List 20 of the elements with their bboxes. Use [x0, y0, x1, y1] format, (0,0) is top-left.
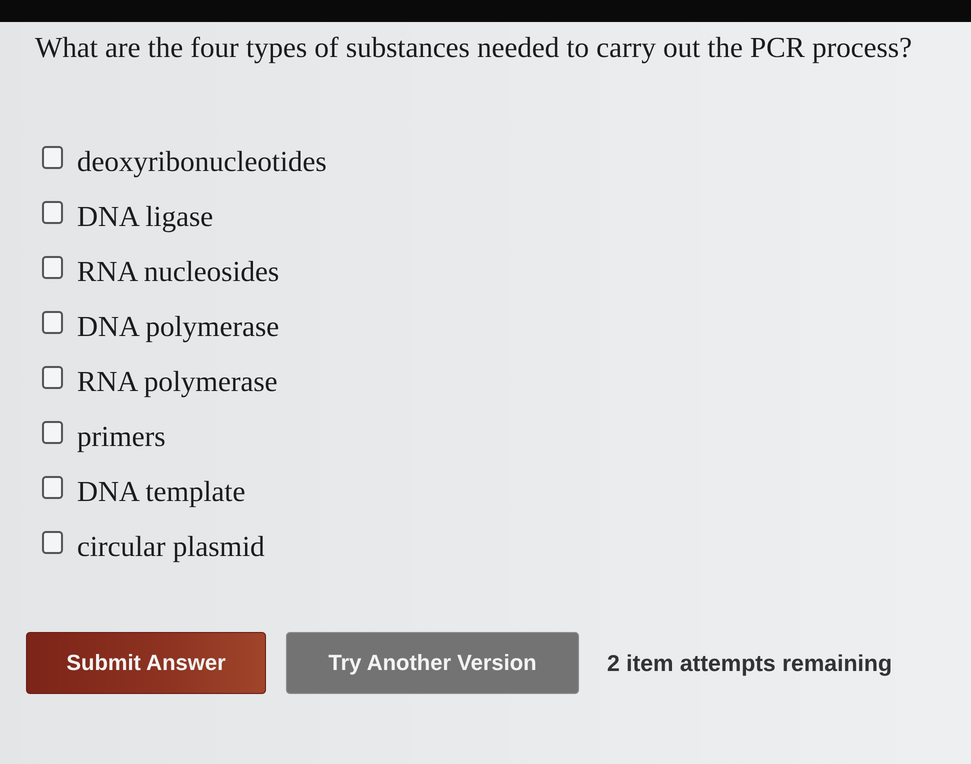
checkbox[interactable] [42, 146, 63, 169]
attempts-text: 2 item attempts remaining [607, 650, 892, 676]
checkbox[interactable] [42, 366, 63, 389]
checkbox[interactable] [42, 421, 63, 444]
option-label[interactable]: RNA polymerase [77, 366, 278, 398]
checkbox[interactable] [42, 476, 63, 499]
checkbox[interactable] [42, 256, 63, 279]
question-text: What are the four types of substances needed to carry out the PCR process? [35, 32, 912, 64]
option-label[interactable]: deoxyribonucleotides [77, 146, 327, 178]
checkbox[interactable] [42, 311, 63, 334]
option-label[interactable]: circular plasmid [77, 530, 265, 562]
option-label[interactable]: RNA nucleosides [77, 256, 280, 288]
option-label[interactable]: DNA ligase [77, 200, 214, 232]
checkbox[interactable] [42, 531, 63, 554]
submit-button[interactable]: Submit Answer [26, 632, 266, 694]
option-label[interactable]: DNA template [77, 476, 246, 508]
option-label[interactable]: DNA polymerase [77, 310, 280, 342]
checkbox[interactable] [42, 201, 63, 224]
retry-button[interactable]: Try Another Version [286, 632, 579, 694]
option-label[interactable]: primers [77, 420, 166, 452]
